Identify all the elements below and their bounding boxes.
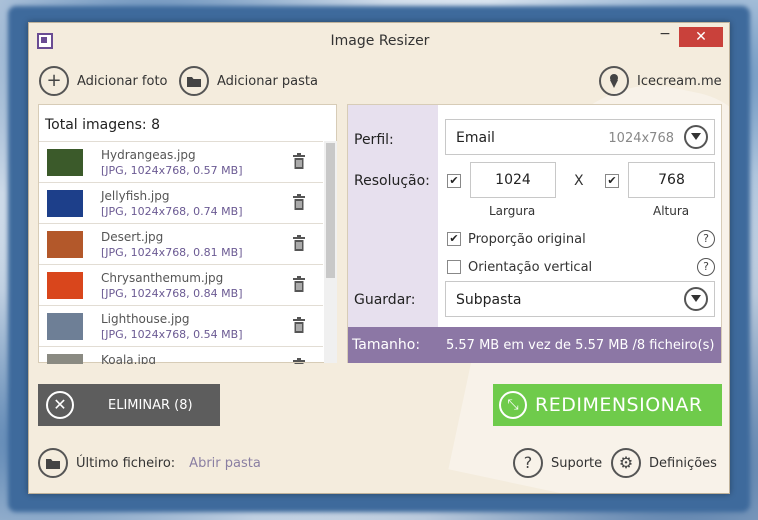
window-title: Image Resizer	[330, 33, 430, 49]
file-name: Jellyfish.jpg	[101, 189, 170, 203]
open-folder-link[interactable]: Abrir pasta	[189, 456, 261, 471]
file-name: Lighthouse.jpg	[101, 312, 190, 326]
file-meta: [JPG, 1024x768, 0.81 MB]	[101, 246, 243, 259]
brand-label: Icecream.me	[637, 73, 722, 89]
trash-icon[interactable]	[293, 358, 305, 364]
file-thumbnail	[47, 354, 83, 364]
last-file-label: Último ficheiro:	[76, 455, 176, 471]
times-separator: X	[574, 173, 584, 189]
height-caption: Altura	[653, 204, 690, 218]
file-meta: [JPG, 1024x768, 0.84 MB]	[101, 287, 243, 300]
chevron-down-icon	[684, 287, 708, 311]
delete-button[interactable]: ✕ ELIMINAR (8)	[38, 384, 220, 426]
close-button[interactable]: ✕	[679, 27, 723, 47]
minimize-button[interactable]: −	[653, 27, 677, 47]
icecream-icon	[599, 66, 629, 96]
file-thumbnail	[47, 190, 83, 217]
save-location-value: Subpasta	[456, 292, 522, 308]
settings-label-column: Perfil: Resolução: Guardar:	[348, 105, 438, 327]
file-name: Koala.jpg	[101, 353, 157, 364]
last-file-area: Último ficheiro: Abrir pasta	[38, 447, 261, 479]
file-list: Hydrangeas.jpg [JPG, 1024x768, 0.57 MB] Je…	[39, 141, 323, 364]
file-list-item[interactable]: Chrysanthemum.jpg [JPG, 1024x768, 0.84 MB…	[39, 264, 323, 305]
trash-icon[interactable]	[293, 317, 305, 333]
keep-ratio-label: Proporção original	[468, 232, 586, 247]
support-label: Suporte	[551, 455, 603, 471]
total-images-label: Total imagens: 8	[45, 117, 160, 133]
file-thumbnail	[47, 231, 83, 258]
brand-link[interactable]: Icecream.me	[599, 65, 722, 97]
profile-dropdown[interactable]: Email 1024x768	[445, 119, 715, 155]
vertical-orientation-help-icon[interactable]: ?	[697, 258, 715, 276]
file-list-panel: Total imagens: 8 Hydrangeas.jpg [JPG, 102…	[38, 104, 337, 364]
plus-icon: +	[39, 66, 69, 96]
file-meta: [JPG, 1024x768, 0.74 MB]	[101, 205, 243, 218]
size-summary-bar: Tamanho: 5.57 MB em vez de 5.57 MB /8 fi…	[348, 327, 721, 363]
file-list-item[interactable]: Jellyfish.jpg [JPG, 1024x768, 0.74 MB]	[39, 182, 323, 223]
file-list-item[interactable]: Desert.jpg [JPG, 1024x768, 0.81 MB]	[39, 223, 323, 264]
resize-icon: ⤡	[499, 391, 527, 419]
profile-label: Perfil:	[354, 132, 394, 148]
add-photo-label: Adicionar foto	[77, 73, 168, 89]
trash-icon[interactable]	[293, 235, 305, 251]
gear-icon: ⚙	[611, 448, 641, 478]
resolution-label: Resolução:	[354, 173, 430, 189]
file-meta: [JPG, 1024x768, 0.54 MB]	[101, 328, 243, 341]
file-thumbnail	[47, 149, 83, 176]
file-name: Hydrangeas.jpg	[101, 148, 196, 162]
file-thumbnail	[47, 272, 83, 299]
help-circle-icon: ?	[513, 448, 543, 478]
resize-button[interactable]: ⤡ REDIMENSIONAR	[493, 384, 722, 426]
folder-icon	[38, 448, 68, 478]
width-checkbox[interactable]: ✔	[447, 174, 461, 188]
profile-value: Email	[456, 130, 495, 146]
keep-ratio-help-icon[interactable]: ?	[697, 230, 715, 248]
file-list-item[interactable]: Lighthouse.jpg [JPG, 1024x768, 0.54 MB]	[39, 305, 323, 346]
chevron-down-icon	[684, 125, 708, 149]
trash-icon[interactable]	[293, 153, 305, 169]
file-name: Desert.jpg	[101, 230, 164, 244]
settings-label: Definições	[649, 455, 717, 471]
save-location-dropdown[interactable]: Subpasta	[445, 281, 715, 317]
add-folder-label: Adicionar pasta	[217, 73, 318, 89]
file-meta: [JPG, 1024x768, 0.57 MB]	[101, 164, 243, 177]
width-caption: Largura	[489, 204, 536, 218]
save-label: Guardar:	[354, 292, 416, 308]
file-list-item[interactable]: Hydrangeas.jpg [JPG, 1024x768, 0.57 MB]	[39, 141, 323, 182]
file-name: Chrysanthemum.jpg	[101, 271, 224, 285]
keep-ratio-checkbox[interactable]: ✔	[447, 232, 461, 246]
delete-label: ELIMINAR (8)	[108, 397, 193, 413]
file-list-item[interactable]: Koala.jpg	[39, 346, 323, 364]
resize-label: REDIMENSIONAR	[535, 394, 703, 416]
add-photo-button[interactable]: + Adicionar foto	[39, 65, 168, 97]
file-thumbnail	[47, 313, 83, 340]
title-bar: Image Resizer − ✕	[29, 23, 729, 57]
scrollbar-thumb[interactable]	[326, 143, 335, 278]
settings-button[interactable]: ⚙ Definições	[611, 447, 717, 479]
profile-resolution-hint: 1024x768	[608, 131, 674, 146]
folder-icon	[179, 66, 209, 96]
app-window: Image Resizer − ✕ + Adicionar foto Adici…	[28, 22, 730, 494]
file-list-scrollbar[interactable]	[324, 141, 337, 363]
vertical-orientation-label: Orientação vertical	[468, 260, 593, 275]
support-button[interactable]: ? Suporte	[513, 447, 602, 479]
height-checkbox[interactable]: ✔	[605, 174, 619, 188]
close-circle-icon: ✕	[46, 391, 74, 419]
trash-icon[interactable]	[293, 276, 305, 292]
size-label: Tamanho:	[352, 337, 421, 353]
vertical-orientation-checkbox[interactable]	[447, 260, 461, 274]
size-value: 5.57 MB em vez de 5.57 MB /8 ficheiro(s)	[446, 338, 715, 353]
add-folder-button[interactable]: Adicionar pasta	[179, 65, 318, 97]
height-input[interactable]	[628, 162, 715, 198]
width-input[interactable]	[470, 162, 556, 198]
settings-panel: Perfil: Resolução: Guardar: Email 1024x7…	[347, 104, 722, 363]
trash-icon[interactable]	[293, 194, 305, 210]
